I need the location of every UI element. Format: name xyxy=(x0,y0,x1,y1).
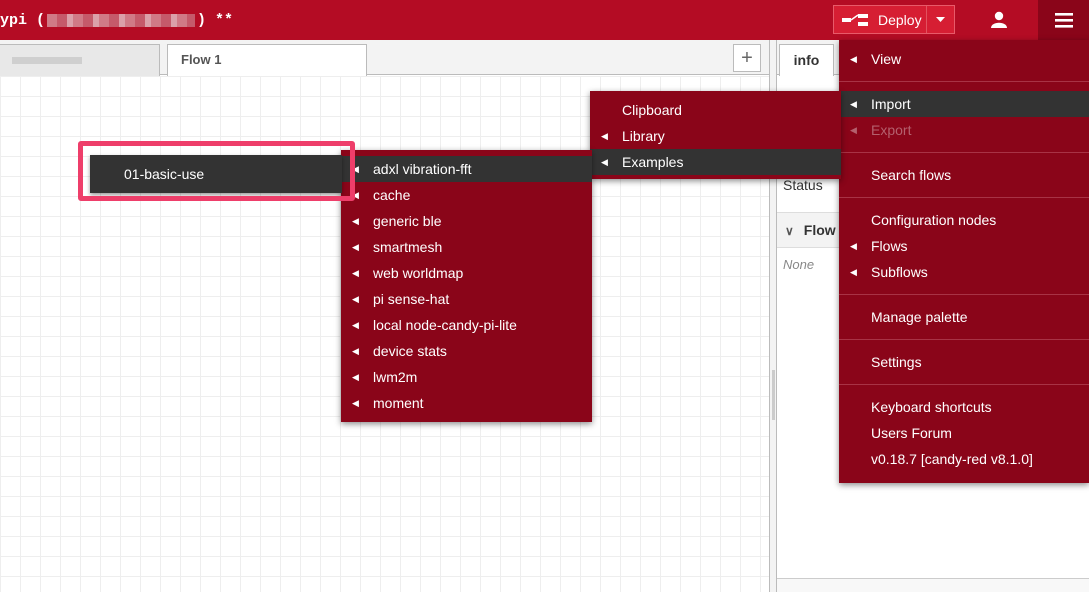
menu-item-users-forum[interactable]: Users Forum xyxy=(839,420,1089,446)
menu-item-example[interactable]: ◀ moment xyxy=(341,390,592,416)
caret-down-icon[interactable] xyxy=(926,6,954,33)
menu-item-example[interactable]: ◀ lwm2m xyxy=(341,364,592,390)
caret-left-icon: ◀ xyxy=(850,267,857,277)
caret-left-icon: ◀ xyxy=(850,125,857,135)
caret-left-icon: ◀ xyxy=(601,131,608,141)
tab-info[interactable]: info xyxy=(779,44,834,76)
redacted-host xyxy=(47,14,196,28)
menu-item-flows[interactable]: ◀ Flows xyxy=(839,233,1089,259)
menu-divider xyxy=(839,339,1089,340)
workspace-tab-bar: Flow 1 + xyxy=(0,40,769,77)
caret-left-icon: ◀ xyxy=(850,99,857,109)
menu-divider xyxy=(839,81,1089,82)
menu-item-configuration-nodes[interactable]: Configuration nodes xyxy=(839,207,1089,233)
blurred-label xyxy=(12,57,82,65)
menu-item-import[interactable]: ◀ Import xyxy=(839,91,1089,117)
caret-left-icon: ◀ xyxy=(352,242,359,252)
caret-left-icon: ◀ xyxy=(850,241,857,251)
caret-left-icon: ◀ xyxy=(850,54,857,64)
splitter-grip[interactable] xyxy=(772,370,775,420)
highlight-annotation xyxy=(78,141,355,201)
user-icon[interactable] xyxy=(975,0,1023,40)
hamburger-menu-icon[interactable] xyxy=(1038,0,1089,40)
menu-item-version[interactable]: v0.18.7 [candy-red v8.1.0] xyxy=(839,446,1089,472)
caret-left-icon: ◀ xyxy=(601,157,608,167)
menu-divider xyxy=(839,197,1089,198)
caret-left-icon: ◀ xyxy=(352,216,359,226)
menu-item-keyboard-shortcuts[interactable]: Keyboard shortcuts xyxy=(839,394,1089,420)
menu-item-library[interactable]: ◀ Library xyxy=(590,123,841,149)
menu-item-subflows[interactable]: ◀ Subflows xyxy=(839,259,1089,285)
tab-flow-1[interactable]: Flow 1 xyxy=(167,44,367,77)
caret-left-icon: ◀ xyxy=(352,320,359,330)
flow-section-label: Flow xyxy=(803,222,836,238)
import-submenu: Clipboard ◀ Library ◀ Examples xyxy=(590,91,841,179)
caret-left-icon: ◀ xyxy=(352,268,359,278)
deploy-label: Deploy xyxy=(878,11,922,28)
deploy-button[interactable]: Deploy xyxy=(833,5,955,34)
chevron-down-icon: ∨ xyxy=(785,224,794,238)
menu-item-example[interactable]: ◀ pi sense-hat xyxy=(341,286,592,312)
plus-icon[interactable]: + xyxy=(733,44,761,72)
caret-left-icon: ◀ xyxy=(352,346,359,356)
menu-item-search-flows[interactable]: Search flows xyxy=(839,162,1089,188)
status-label: Status xyxy=(783,177,823,193)
menu-item-example[interactable]: ◀ generic ble xyxy=(341,208,592,234)
tab-blurred[interactable] xyxy=(0,44,160,76)
menu-divider xyxy=(839,152,1089,153)
menu-item-manage-palette[interactable]: Manage palette xyxy=(839,304,1089,330)
menu-item-view[interactable]: ◀ View xyxy=(839,46,1089,72)
app-title: ypi ( ) ** xyxy=(0,0,233,40)
caret-left-icon: ◀ xyxy=(352,294,359,304)
caret-left-icon: ◀ xyxy=(352,372,359,382)
sidebar-footer xyxy=(777,578,1089,592)
examples-submenu: ◀ adxl vibration-fft ◀ cache ◀ generic ble … xyxy=(341,150,592,422)
menu-item-example[interactable]: ◀ adxl vibration-fft xyxy=(341,156,592,182)
caret-left-icon: ◀ xyxy=(352,398,359,408)
menu-item-example[interactable]: ◀ smartmesh xyxy=(341,234,592,260)
menu-item-clipboard[interactable]: Clipboard xyxy=(590,97,841,123)
menu-divider xyxy=(839,384,1089,385)
header-bar: ypi ( ) ** Deploy xyxy=(0,0,1089,40)
title-suffix: ) ** xyxy=(197,12,234,29)
menu-item-examples[interactable]: ◀ Examples xyxy=(590,149,841,175)
menu-item-example[interactable]: ◀ local node-candy-pi-lite xyxy=(341,312,592,338)
menu-item-example[interactable]: ◀ web worldmap xyxy=(341,260,592,286)
deploy-icon xyxy=(842,13,868,26)
main-menu: ◀ View ◀ Import ◀ Export Search flows Confi… xyxy=(839,40,1089,483)
none-label: None xyxy=(783,257,815,272)
menu-divider xyxy=(839,294,1089,295)
menu-item-settings[interactable]: Settings xyxy=(839,349,1089,375)
menu-item-export[interactable]: ◀ Export xyxy=(839,117,1089,143)
menu-item-example[interactable]: ◀ device stats xyxy=(341,338,592,364)
menu-item-example[interactable]: ◀ cache xyxy=(341,182,592,208)
title-prefix: ypi ( xyxy=(0,12,46,29)
